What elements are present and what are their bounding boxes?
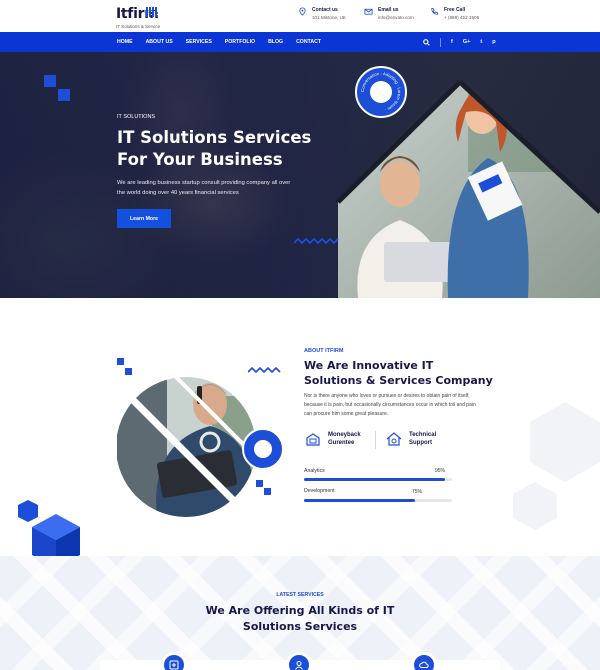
- hero-kicker: IT SOLUTIONS: [117, 114, 156, 120]
- hero-section: IT SOLUTIONS IT Solutions Services For Y…: [0, 52, 600, 298]
- skill-bar-development: [304, 499, 452, 502]
- main-nav: HOME ABOUT US SERVICES PORTFOLIO BLOG CO…: [0, 32, 600, 52]
- services-kicker: LATEST SERVICES: [276, 592, 324, 598]
- services-title: We Are Offering All Kinds of IT Solution…: [205, 604, 395, 633]
- pinterest-icon[interactable]: p: [492, 39, 495, 45]
- badge-center: [370, 81, 392, 103]
- feature-label: Technical Support: [409, 432, 437, 446]
- about-section: ABOUT ITFIRM We Are Innovative IT Soluti…: [0, 298, 600, 556]
- zigzag-icon: [248, 366, 281, 374]
- contact-title: Free Call: [444, 7, 466, 13]
- facebook-icon[interactable]: f: [451, 39, 453, 45]
- money-box-icon: [306, 433, 320, 446]
- nav-menu: HOME ABOUT US SERVICES PORTFOLIO BLOG CO…: [117, 32, 321, 52]
- nav-divider: [440, 37, 441, 47]
- hero-title: IT Solutions Services For Your Business: [117, 128, 312, 169]
- skill-label-analytics: Analytics: [304, 468, 325, 474]
- feature-label: Moneyback Gurentee: [328, 432, 361, 446]
- learn-more-button[interactable]: Learn More: [117, 209, 171, 228]
- skill-label-development: Development: [304, 488, 335, 494]
- contact-detail[interactable]: + (888) 452 1505: [444, 15, 479, 20]
- decor-square: [264, 488, 271, 495]
- decor-square: [125, 368, 132, 375]
- rotating-badge: [242, 428, 284, 470]
- badge-center: [254, 440, 272, 458]
- mail-icon: [364, 8, 373, 15]
- about-kicker: ABOUT ITFIRM: [304, 348, 344, 354]
- nav-item-home[interactable]: HOME: [117, 39, 133, 45]
- decor-square: [117, 358, 124, 365]
- nav-item-services[interactable]: SERVICES: [186, 39, 212, 45]
- nav-item-blog[interactable]: BLOG: [268, 39, 283, 45]
- logo-grid-icon: [146, 7, 158, 17]
- feature-support: Technical Support: [385, 430, 449, 448]
- contact-detail[interactable]: info@envato.com: [378, 15, 414, 20]
- feature-moneyback: Moneyback Gurentee: [304, 430, 368, 448]
- zigzag-icon: [294, 237, 339, 245]
- decor-square: [58, 89, 70, 101]
- about-title: We Are Innovative IT Solutions & Service…: [304, 359, 493, 387]
- cube-decor-icon: [18, 500, 80, 556]
- rotating-badge: Conversation · Adopting · Lorem Ipsum ·: [355, 66, 407, 118]
- skill-bar-fill: [304, 499, 415, 502]
- contact-phone[interactable]: Free Call + (888) 452 1505: [430, 7, 479, 20]
- contact-title: Contact us: [312, 7, 338, 13]
- hexagon-decor-icon: [513, 402, 600, 530]
- twitter-icon[interactable]: t: [480, 39, 482, 45]
- top-bar: Itfirm IT Solutions & Service Contact us…: [0, 0, 600, 32]
- logo-tagline: IT Solutions & Service: [116, 24, 161, 29]
- skill-value-development: 75%: [412, 489, 423, 495]
- site-logo[interactable]: Itfirm IT Solutions & Service: [116, 5, 160, 29]
- contact-location: Contact us 101 Mistone, UK: [298, 7, 346, 20]
- nav-icons: f G+ t p: [423, 32, 496, 52]
- map-pin-icon: [299, 7, 306, 16]
- search-icon[interactable]: [423, 38, 430, 46]
- google-plus-icon[interactable]: G+: [463, 39, 471, 45]
- nav-item-about[interactable]: ABOUT US: [146, 39, 173, 45]
- phone-icon: [431, 7, 439, 15]
- decor-square: [256, 480, 263, 487]
- skill-bar-analytics: [304, 478, 452, 481]
- contact-detail: 101 Mistone, UK: [312, 15, 346, 20]
- about-description: Nor is there anyone who loves or pursues…: [304, 393, 476, 417]
- feature-divider: [375, 431, 376, 449]
- decor-square: [44, 75, 56, 87]
- contact-title: Email us: [378, 7, 399, 13]
- hero-description: We are leading business startup consult …: [117, 180, 291, 196]
- services-section: LATEST SERVICES We Are Offering All Kind…: [0, 556, 600, 670]
- contact-email[interactable]: Email us info@envato.com: [364, 7, 414, 20]
- skill-bar-fill: [304, 478, 445, 481]
- nav-item-portfolio[interactable]: PORTFOLIO: [225, 39, 255, 45]
- about-team-photo: [117, 374, 255, 517]
- nav-item-contact[interactable]: CONTACT: [296, 39, 321, 45]
- support-house-icon: [386, 432, 402, 446]
- skill-value-analytics: 95%: [435, 468, 446, 474]
